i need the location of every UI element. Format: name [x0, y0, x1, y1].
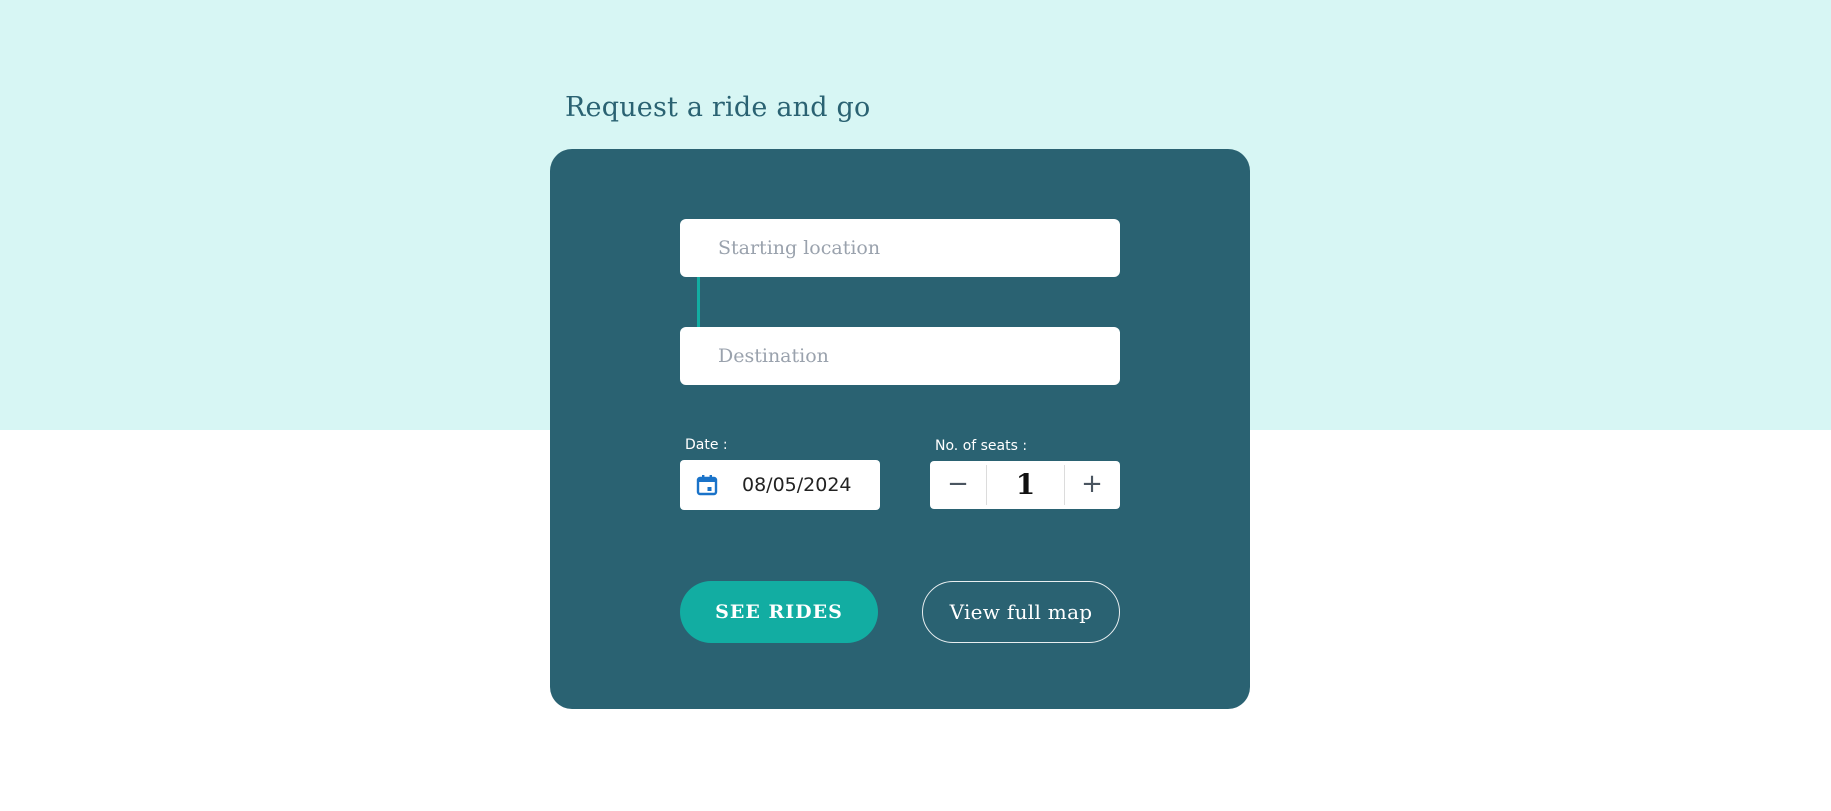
- ride-request-card: Date : 08/05/2024 No. of seats : − 1 + S…: [550, 149, 1250, 709]
- destination-field[interactable]: [680, 327, 1120, 385]
- date-label: Date :: [685, 437, 728, 453]
- calendar-icon[interactable]: [695, 473, 719, 497]
- seat-count-value[interactable]: 1: [987, 461, 1064, 509]
- starting-location-input[interactable]: [718, 219, 1108, 277]
- view-full-map-button[interactable]: View full map: [922, 581, 1120, 643]
- see-rides-button[interactable]: SEE RIDES: [680, 581, 878, 643]
- increase-seats-button[interactable]: +: [1064, 461, 1120, 509]
- date-picker[interactable]: 08/05/2024: [680, 460, 880, 510]
- page-title: Request a ride and go: [565, 92, 871, 123]
- decrease-seats-button[interactable]: −: [930, 461, 986, 509]
- seats-label: No. of seats :: [935, 438, 1028, 454]
- starting-location-field[interactable]: [680, 219, 1120, 277]
- destination-input[interactable]: [718, 327, 1108, 385]
- date-value[interactable]: 08/05/2024: [742, 460, 852, 510]
- seats-stepper: − 1 +: [930, 461, 1120, 509]
